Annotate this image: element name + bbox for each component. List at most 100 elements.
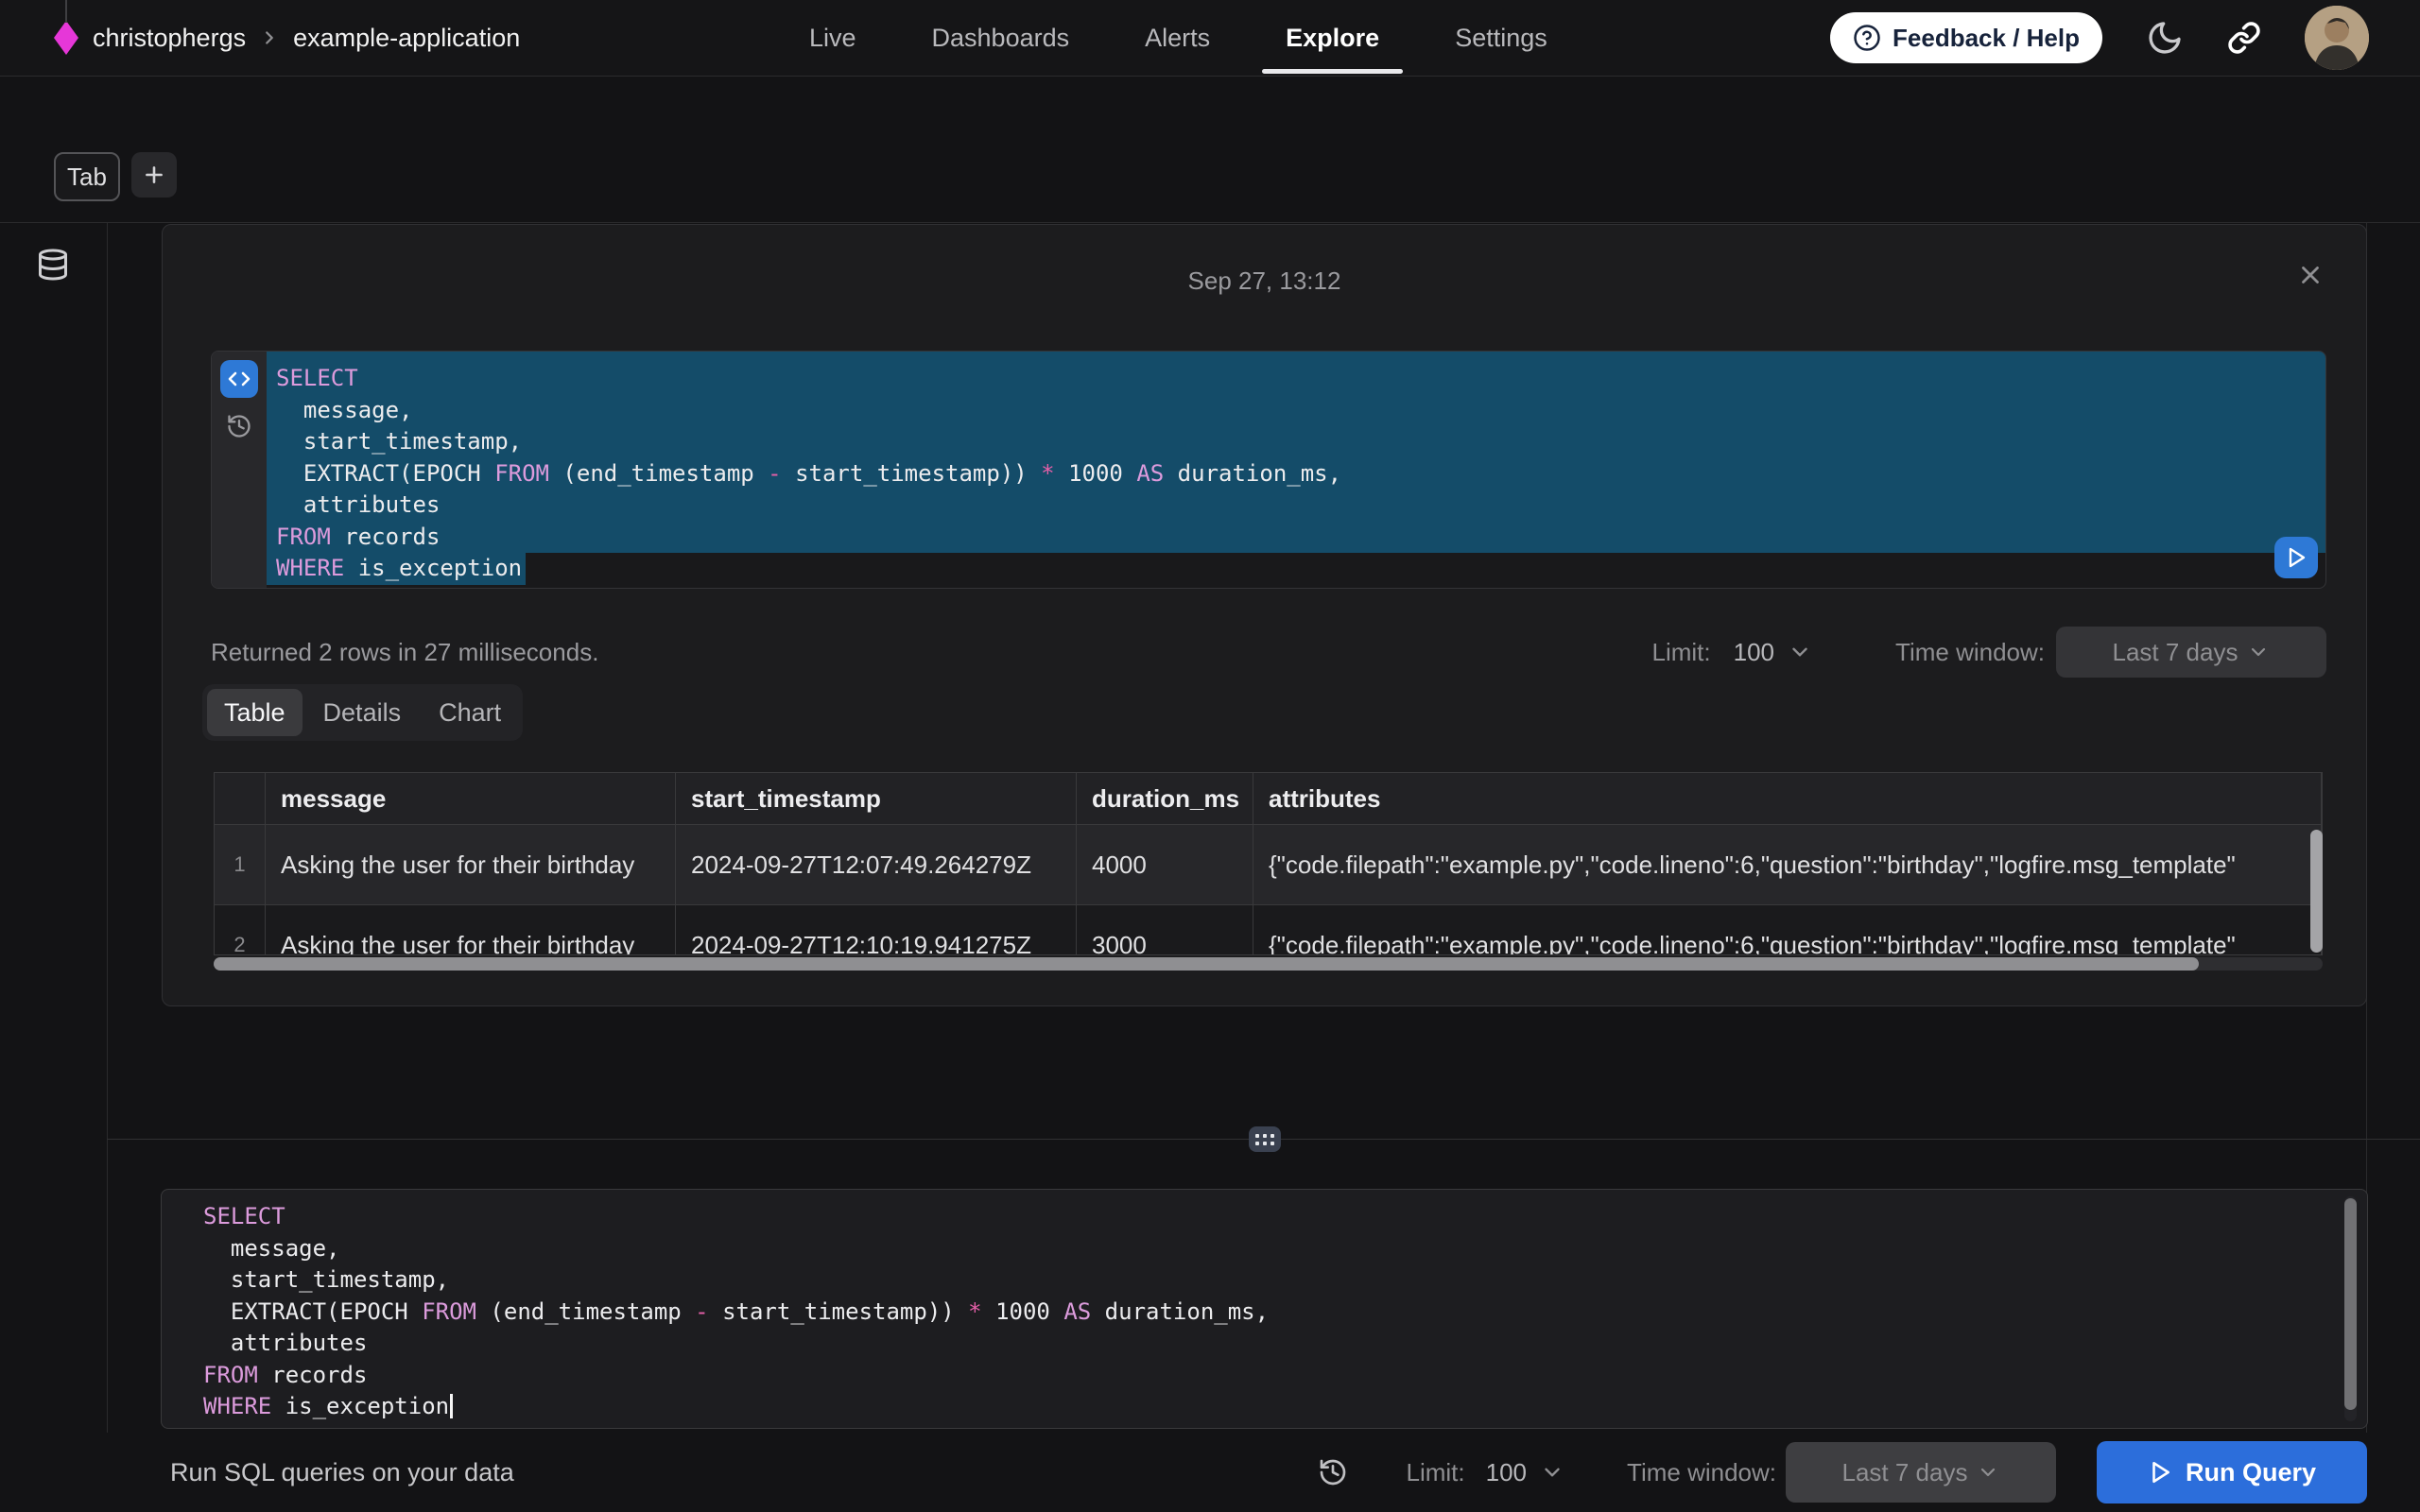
code-icon xyxy=(228,368,251,390)
column-header-attributes[interactable]: attributes xyxy=(1253,773,2322,825)
query-result-card: Sep 27, 13:12 SELECT message, start_time… xyxy=(162,224,2367,1006)
content-divider xyxy=(0,222,2420,223)
user-avatar[interactable] xyxy=(2305,6,2369,70)
run-query-label: Run Query xyxy=(2186,1458,2316,1487)
history-icon xyxy=(1318,1457,1348,1487)
share-link-button[interactable] xyxy=(2227,21,2261,55)
limit-label: Limit: xyxy=(1407,1458,1465,1487)
table-vertical-scrollbar[interactable] xyxy=(2310,830,2323,953)
code-line: start_timestamp, xyxy=(194,1264,2367,1297)
editor-vertical-scrollbar[interactable] xyxy=(2344,1196,2357,1421)
feedback-help-button[interactable]: Feedback / Help xyxy=(1830,12,2102,63)
nav-item-live[interactable]: Live xyxy=(809,24,856,53)
limit-value[interactable]: 100 xyxy=(1486,1458,1527,1487)
code-line: FROM records xyxy=(267,522,2325,554)
view-tab-details[interactable]: Details xyxy=(306,689,419,736)
text-cursor xyxy=(450,1394,453,1418)
chevron-down-icon xyxy=(1788,640,1812,664)
tab-button[interactable]: Tab xyxy=(54,152,120,201)
scrollbar-thumb[interactable] xyxy=(2344,1198,2357,1410)
cell-attributes: {"code.filepath":"example.py","code.line… xyxy=(1253,905,2322,955)
table-row[interactable]: 1Asking the user for their birthday2024-… xyxy=(215,825,2322,905)
time-window-label: Time window: xyxy=(1627,1458,1776,1487)
column-header-start_timestamp[interactable]: start_timestamp xyxy=(676,773,1077,825)
result-view-tabs: TableDetailsChart xyxy=(202,684,523,741)
cell-index: 2 xyxy=(215,905,266,955)
query-timestamp: Sep 27, 13:12 xyxy=(163,266,2366,296)
table-horizontal-scrollbar[interactable] xyxy=(214,957,2323,971)
nav-item-settings[interactable]: Settings xyxy=(1455,24,1547,53)
close-icon xyxy=(2296,261,2325,289)
cell-start_timestamp: 2024-09-27T12:10:19.941275Z xyxy=(676,905,1077,955)
sql-query-block[interactable]: SELECT message, start_timestamp, EXTRACT… xyxy=(211,351,2326,589)
limit-value[interactable]: 100 xyxy=(1734,638,1774,667)
query-history-button[interactable] xyxy=(226,413,252,439)
code-line: message, xyxy=(267,395,2325,427)
column-header-duration_ms[interactable]: duration_ms xyxy=(1077,773,1253,825)
main-nav: Live Dashboards Alerts Explore Settings xyxy=(809,0,1547,76)
code-line: message, xyxy=(194,1233,2367,1265)
time-window-button[interactable]: Last 7 days xyxy=(2056,627,2326,678)
database-schema-button[interactable] xyxy=(36,248,70,282)
limit-label: Limit: xyxy=(1652,638,1711,667)
view-tab-chart[interactable]: Chart xyxy=(422,689,518,736)
chevron-down-icon xyxy=(2247,641,2270,663)
scrollbar-thumb[interactable] xyxy=(214,957,2199,971)
code-line: SELECT xyxy=(194,1201,2367,1233)
column-header-index xyxy=(215,773,266,825)
cell-message: Asking the user for their birthday xyxy=(266,825,676,905)
logfire-logo-icon[interactable] xyxy=(53,20,79,56)
run-inline-query-button[interactable] xyxy=(2274,537,2318,578)
result-summary: Returned 2 rows in 27 milliseconds. xyxy=(211,638,598,667)
table-header-row: messagestart_timestampduration_msattribu… xyxy=(215,773,2322,825)
cell-duration_ms: 4000 xyxy=(1077,825,1253,905)
editor-hint: Run SQL queries on your data xyxy=(170,1458,514,1487)
pane-resize-handle[interactable] xyxy=(1249,1126,1281,1152)
code-line: SELECT xyxy=(267,352,2325,395)
results-table: messagestart_timestampduration_msattribu… xyxy=(214,772,2323,955)
limit-dropdown[interactable] xyxy=(1788,640,1812,664)
sql-editor-input[interactable]: SELECT message, start_timestamp, EXTRACT… xyxy=(161,1189,2368,1429)
cell-duration_ms: 3000 xyxy=(1077,905,1253,955)
time-window-value: Last 7 days xyxy=(1842,1458,1968,1487)
column-header-message[interactable]: message xyxy=(266,773,676,825)
breadcrumb-org[interactable]: christophergs xyxy=(93,24,246,53)
breadcrumb-project[interactable]: example-application xyxy=(293,24,520,53)
cell-index: 1 xyxy=(215,825,266,905)
top-nav-bar: christophergs example-application Live Da… xyxy=(0,0,2420,77)
grip-icon xyxy=(1255,1134,1274,1145)
limit-dropdown[interactable] xyxy=(1540,1460,1564,1485)
code-line: EXTRACT(EPOCH FROM (end_timestamp - star… xyxy=(267,458,2325,490)
time-window-value: Last 7 days xyxy=(2113,638,2238,667)
nav-item-explore[interactable]: Explore xyxy=(1286,24,1379,53)
close-card-button[interactable] xyxy=(2296,261,2325,289)
run-query-button[interactable]: Run Query xyxy=(2097,1441,2367,1503)
dark-mode-toggle[interactable] xyxy=(2146,19,2184,57)
database-icon xyxy=(36,248,70,282)
time-window-label: Time window: xyxy=(1895,638,2045,667)
code-line: attributes xyxy=(267,490,2325,522)
play-icon xyxy=(2148,1460,2172,1485)
feedback-help-label: Feedback / Help xyxy=(1893,24,2080,53)
nav-item-alerts[interactable]: Alerts xyxy=(1145,24,1210,53)
table-row[interactable]: 2Asking the user for their birthday2024-… xyxy=(215,905,2322,955)
link-icon xyxy=(2227,21,2261,55)
add-tab-button[interactable] xyxy=(131,152,177,198)
view-tab-table[interactable]: Table xyxy=(207,689,302,736)
question-circle-icon xyxy=(1853,24,1881,52)
tab-label: Tab xyxy=(67,163,107,192)
cell-start_timestamp: 2024-09-27T12:07:49.264279Z xyxy=(676,825,1077,905)
result-meta-row: Returned 2 rows in 27 milliseconds. Limi… xyxy=(211,624,2326,680)
code-line: WHERE is_exception xyxy=(194,1391,2367,1423)
code-line: attributes xyxy=(194,1328,2367,1360)
logo-stem xyxy=(65,0,67,23)
code-line: FROM records xyxy=(194,1360,2367,1392)
cell-message: Asking the user for their birthday xyxy=(266,905,676,955)
chevron-down-icon xyxy=(1977,1461,1999,1484)
editor-history-button[interactable] xyxy=(1318,1457,1348,1487)
bottom-action-bar: Run SQL queries on your data Limit: 100 … xyxy=(0,1433,2420,1512)
nav-item-dashboards[interactable]: Dashboards xyxy=(932,24,1070,53)
sql-query-display[interactable]: SELECT message, start_timestamp, EXTRACT… xyxy=(267,352,2325,588)
time-window-button[interactable]: Last 7 days xyxy=(1786,1442,2056,1503)
code-view-button[interactable] xyxy=(220,360,258,398)
